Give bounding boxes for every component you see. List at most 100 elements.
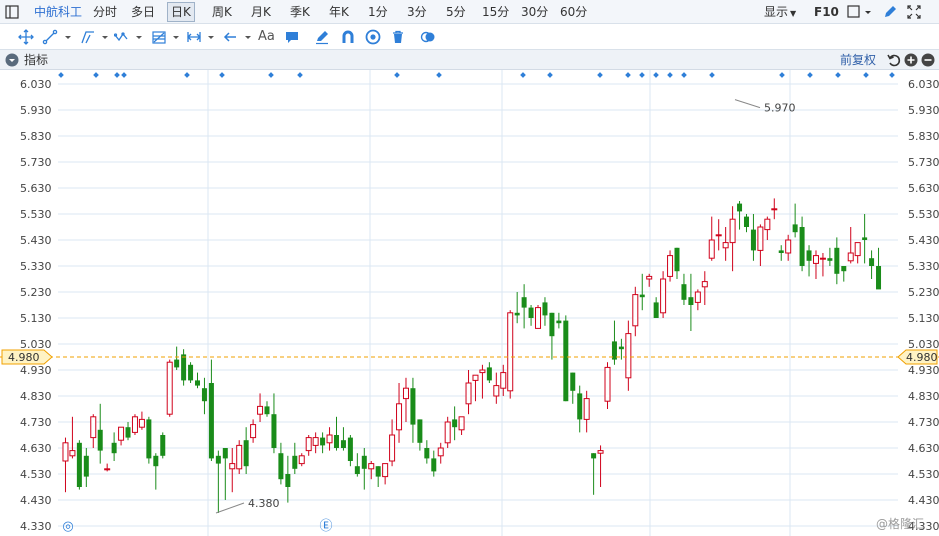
toggle-icon[interactable] [420,29,436,45]
candle-body-up [250,424,257,439]
collapse-icon[interactable] [4,52,20,68]
stock-name[interactable]: 中航科工 [34,4,82,20]
tab-intraday[interactable]: 分时 [93,4,117,20]
tab-multi-day[interactable]: 多日 [131,4,155,20]
candle-body-down [97,429,103,451]
candle-body-down [417,419,423,443]
wave-icon[interactable] [114,29,130,45]
candle-body-down [827,258,833,261]
y-tick-label: 5.430 [908,234,939,247]
fibonacci-caret-icon[interactable] [168,29,179,45]
candle-body-down [486,367,492,381]
measure-caret-icon[interactable] [203,29,214,45]
f10-button[interactable]: F10 [814,4,839,20]
zoom-in-icon[interactable] [903,52,919,68]
arrow-caret-icon[interactable] [240,29,251,45]
candle-body-down [431,458,437,472]
candle-body-down [271,414,277,448]
candle-body-up [708,239,715,259]
candle-body-up [507,312,514,392]
top-toolbar: 中航科工 分时 多日 日K 周K 月K 季K 年K 1分 3分 5分 15分 3… [0,0,939,24]
candle-body-down [222,448,228,459]
candle-body-down [799,227,805,266]
adjust-mode-label[interactable]: 前复权 [840,52,876,68]
candle-body-up [660,278,667,314]
crosshair-move-icon[interactable] [18,29,34,45]
y-tick-label: 5.930 [908,104,939,117]
comment-icon[interactable] [284,29,300,45]
candle-body-down [862,237,868,240]
candle-body-down [188,364,194,381]
candle-body-up [583,398,590,420]
window-icon[interactable] [4,4,20,20]
candle-body-up [118,426,125,441]
arrow-left-icon[interactable] [222,29,238,45]
candle-body-up [757,226,764,251]
y-tick-label: 4.530 [908,468,939,481]
undo-icon[interactable] [886,52,902,68]
candle-body-down [146,419,152,459]
candle-body-down [841,266,847,272]
text-tool-button[interactable]: Aa [258,29,275,45]
zoom-out-icon[interactable] [920,52,936,68]
eye-visible-icon[interactable] [365,29,381,45]
candle-body-up [229,463,236,470]
candle-body-up [305,437,312,452]
measure-icon[interactable] [186,29,202,45]
y-tick-label: 4.930 [908,364,939,377]
tab-3min[interactable]: 3分 [407,4,427,20]
candle-body-down [639,294,645,298]
tab-30min[interactable]: 30分 [521,4,548,20]
candle-body-down [563,320,569,402]
pen-icon[interactable] [882,4,898,20]
candle-body-down [195,380,201,386]
eraser-pen-icon[interactable] [314,29,330,45]
tab-monthly-k[interactable]: 月K [251,4,271,20]
wave-caret-icon[interactable] [131,29,142,45]
tab-5min[interactable]: 5分 [446,4,466,20]
candle-body-up [764,218,771,231]
y-tick-label: 4.830 [20,390,52,403]
display-menu[interactable]: 显示 ▼ [764,4,796,22]
y-tick-label: 5.230 [20,286,52,299]
drawing-toolbar: Aa [0,24,939,50]
candle-body-down [681,284,687,300]
magnet-icon[interactable] [340,29,356,45]
candle-body-up [694,291,701,303]
candle-body-down [153,455,159,467]
candle-body-up [257,405,264,415]
y-tick-label: 5.330 [20,260,52,273]
candle-body-up [90,416,97,439]
tab-quarterly-k[interactable]: 季K [290,4,310,20]
candle-body-down [347,437,353,461]
candle-body-down [577,393,583,420]
y-tick-label: 5.830 [20,130,52,143]
candle-body-down [76,442,82,487]
tab-yearly-k[interactable]: 年K [329,4,349,20]
candle-body-down [743,216,749,227]
tab-1min[interactable]: 1分 [368,4,388,20]
trend-line-caret-icon[interactable] [60,29,71,45]
candle-body-down [834,247,840,274]
candle-body-up [646,275,653,280]
candle-body-down [869,258,875,266]
candle-body-down [688,297,694,305]
tab-weekly-k[interactable]: 周K [212,4,232,20]
candle-body-down [556,320,562,324]
candle-body-down [737,203,743,212]
fullscreen-icon[interactable] [906,4,922,20]
tab-daily-k[interactable]: 日K [167,2,195,22]
y-tick-label: 5.530 [908,208,939,221]
fibonacci-icon[interactable] [151,29,167,45]
channel-icon[interactable] [80,29,96,45]
tab-60min[interactable]: 60分 [560,4,587,20]
channel-caret-icon[interactable] [97,29,108,45]
trend-line-icon[interactable] [42,29,58,45]
trash-icon[interactable] [390,29,406,45]
candlestick-chart[interactable]: 6.030 5.930 5.830 5.730 5.630 5.530 5.430 5.330… [0,70,939,536]
layout-caret-icon[interactable] [860,4,871,20]
indicator-label[interactable]: 指标 [24,52,48,68]
tab-15min[interactable]: 15分 [482,4,509,20]
candle-body-up [389,434,396,462]
candle-body-down [424,448,430,459]
